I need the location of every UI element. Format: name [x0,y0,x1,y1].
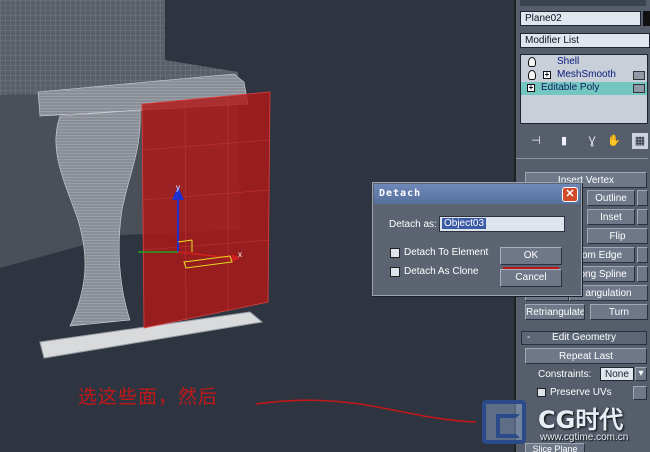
configure-icon[interactable]: ▦ [632,133,648,149]
constraints-label: Constraints: [538,369,592,380]
detach-as-clone-checkbox[interactable] [390,267,400,277]
stack-item-label: MeshSmooth [557,69,616,80]
rollout-title: Edit Geometry [552,332,616,343]
detach-dialog: Detach ✕ Detach as: Object03 Detach To E… [372,182,582,296]
hinge-settings-button[interactable] [637,247,648,263]
collapse-mark: - [527,332,531,343]
plus-icon[interactable]: + [543,71,551,79]
detach-as-clone-label: Detach As Clone [404,266,479,277]
fork-icon[interactable]: Ɣ [584,133,600,149]
retriangulate-button[interactable]: Retriangulate [525,304,585,320]
gizmo-x-label: x [238,250,242,259]
detach-as-label: Detach as: [389,219,437,230]
spline-settings-button[interactable] [637,266,648,282]
watermark: CG时代 www.cgtime.com.cn [476,396,650,452]
bar-icon[interactable]: ▮ [556,133,572,149]
outline-settings-button[interactable] [637,190,648,206]
dialog-titlebar[interactable]: Detach ✕ [374,184,580,204]
stack-item-shell[interactable]: Shell [521,56,647,69]
close-icon[interactable]: ✕ [562,187,578,202]
selected-plane[interactable] [141,91,271,329]
modifier-stack[interactable]: Shell + MeshSmooth + Editable Poly [520,54,648,124]
modifier-list-dropdown[interactable]: Modifier List [520,33,650,48]
watermark-brand: CG时代 [538,406,624,434]
repeat-last-button[interactable]: Repeat Last [525,348,647,364]
stack-toolbar: ⊣ ▮ Ɣ ✋ ▦ [518,130,648,152]
lightbulb-icon[interactable] [528,57,536,67]
object-color-swatch[interactable] [643,11,650,26]
outline-button[interactable]: Outline [587,190,635,206]
pin-icon[interactable]: ⊣ [528,133,544,149]
object-name-field[interactable]: Plane02 [520,11,641,26]
chevron-down-icon[interactable]: ▾ [635,367,647,381]
stack-item-label: Editable Poly [541,82,600,93]
detach-as-value: Object03 [442,218,487,229]
hand-icon[interactable]: ✋ [606,133,622,149]
flip-button[interactable]: Flip [587,228,648,244]
detach-to-element-label: Detach To Element [404,247,489,258]
ok-button[interactable]: OK [500,247,562,265]
annotation-stroke [255,399,477,423]
cgtime-logo-icon [482,400,526,444]
stack-item-meshsmooth[interactable]: + MeshSmooth [521,69,647,82]
lightbulb-icon[interactable] [528,70,536,80]
dialog-title: Detach [379,188,422,199]
annotation-caption: 选这些面，然后 [78,386,219,408]
stack-item-editable-poly[interactable]: + Editable Poly [521,82,647,95]
edit-geometry-rollout-header[interactable]: - Edit Geometry [521,331,647,345]
constraints-dropdown[interactable]: None [600,367,634,381]
panel-tabs[interactable] [520,0,646,6]
detach-as-input[interactable]: Object03 [439,216,565,232]
stack-toggle-icon[interactable] [633,84,645,93]
divider [516,158,648,159]
inset-settings-button[interactable] [637,209,648,225]
detach-to-element-checkbox[interactable] [390,248,400,258]
watermark-url: www.cgtime.com.cn [540,432,629,443]
inset-button[interactable]: Inset [587,209,635,225]
cancel-button[interactable]: Cancel [500,269,562,287]
stack-toggle-icon[interactable] [633,71,645,80]
modifier-list-label: Modifier List [525,35,579,46]
plus-icon[interactable]: + [527,84,535,92]
turn-button[interactable]: Turn [590,304,648,320]
stack-item-label: Shell [557,56,580,67]
gizmo-y-label: y [176,183,180,192]
